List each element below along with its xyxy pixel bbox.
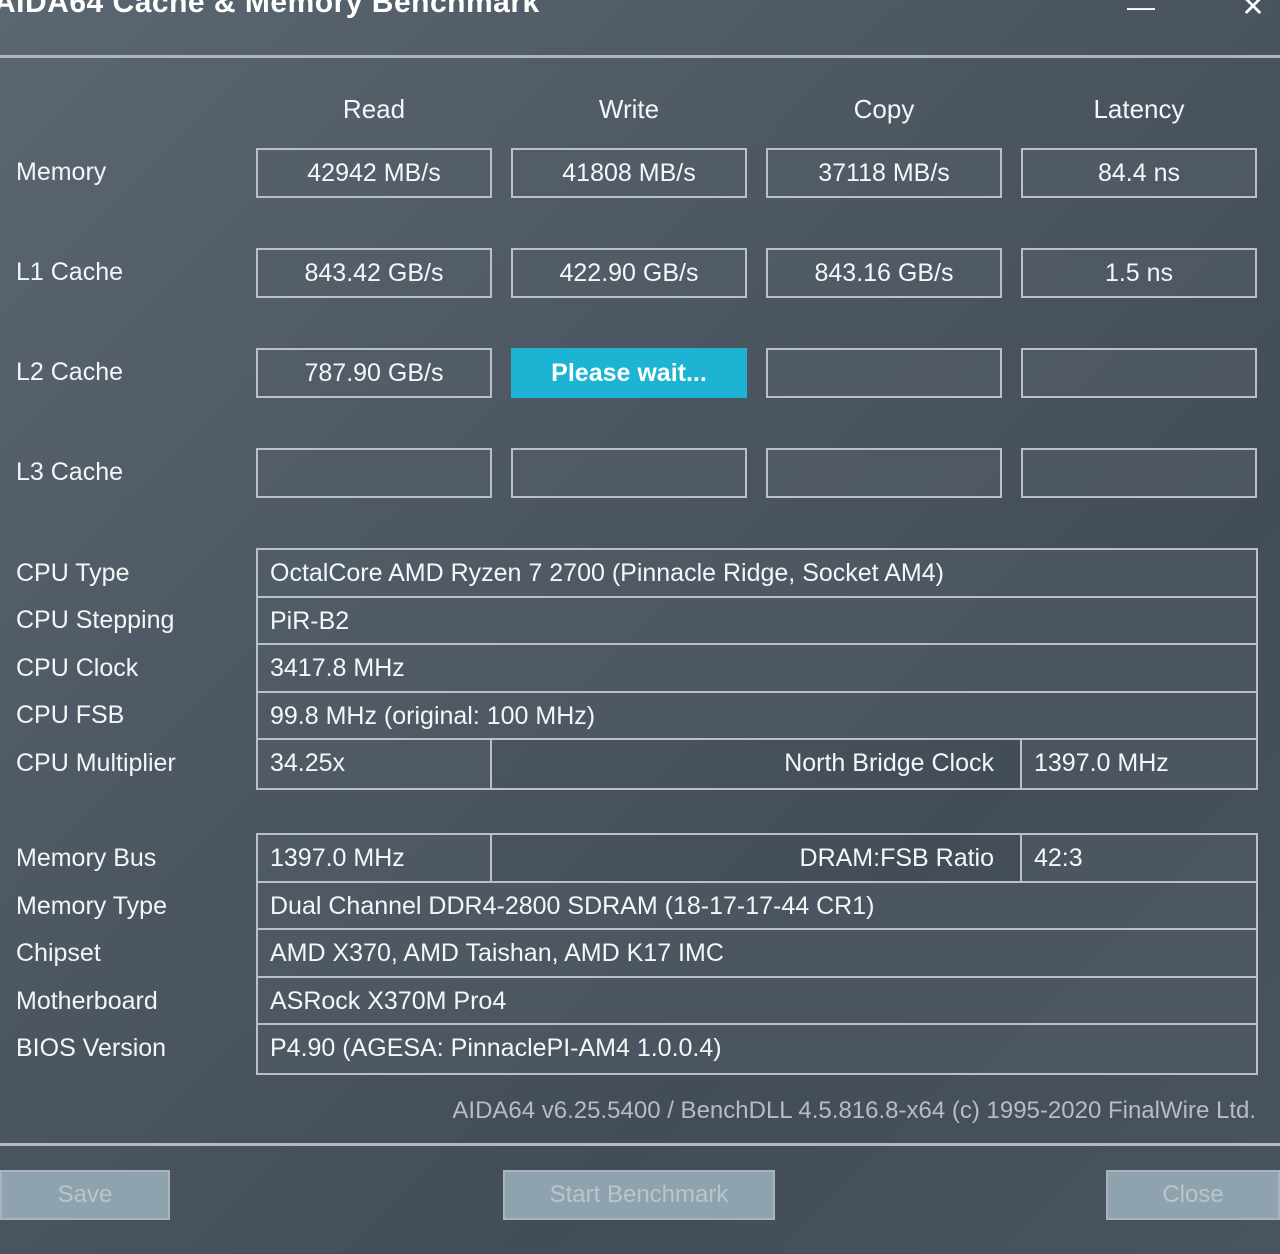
- column-header-copy: Copy: [853, 94, 915, 124]
- cpu-multiplier-value: 34.25x: [270, 749, 346, 777]
- dram-fsb-ratio-value: 42:3: [1034, 844, 1083, 872]
- chipset-row: AMD X370, AMD Taishan, AMD K17 IMC: [258, 930, 1256, 978]
- memory-bus-label: Memory Bus: [16, 844, 157, 872]
- save-button[interactable]: Save: [0, 1170, 170, 1220]
- north-bridge-clock-cell: 1397.0 MHz: [1020, 740, 1256, 788]
- dram-fsb-ratio-cell: 42:3: [1020, 835, 1256, 881]
- bios-version-value: P4.90 (AGESA: PinnaclePI-AM4 1.0.0.4): [270, 1034, 722, 1062]
- l2-latency-value: [1021, 348, 1257, 398]
- l3-write-value: [511, 448, 747, 498]
- start-benchmark-button[interactable]: Start Benchmark: [503, 1170, 775, 1220]
- l3-latency-value: [1021, 448, 1257, 498]
- cpu-clock-label: CPU Clock: [16, 654, 139, 682]
- cpu-multiplier-label: CPU Multiplier: [16, 749, 176, 777]
- l3-read-value: [256, 448, 492, 498]
- row-label-memory: Memory: [16, 158, 107, 186]
- memory-read-value: 42942 MB/s: [256, 148, 492, 198]
- cpu-type-label: CPU Type: [16, 559, 130, 587]
- cpu-clock-row: 3417.8 MHz: [258, 645, 1256, 693]
- column-header-latency: Latency: [1093, 94, 1185, 124]
- window-title: AIDA64 Cache & Memory Benchmark: [0, 0, 540, 19]
- north-bridge-clock-label: North Bridge Clock: [784, 749, 994, 777]
- memory-copy-value: 37118 MB/s: [766, 148, 1002, 198]
- l2-write-progress: Please wait...: [511, 348, 747, 398]
- memory-latency-value: 84.4 ns: [1021, 148, 1257, 198]
- memory-bus-row: 1397.0 MHz DRAM:FSB Ratio 42:3: [258, 835, 1256, 883]
- cpu-stepping-value: PiR-B2: [270, 606, 350, 635]
- dram-fsb-ratio-label: DRAM:FSB Ratio: [799, 844, 994, 872]
- cpu-fsb-label: CPU FSB: [16, 701, 125, 729]
- north-bridge-clock-value: 1397.0 MHz: [1034, 749, 1169, 777]
- cpu-stepping-row: PiR-B2: [258, 597, 1256, 645]
- cpu-info-group: OctalCore AMD Ryzen 7 2700 (Pinnacle Rid…: [256, 548, 1258, 790]
- row-label-l2-cache: L2 Cache: [16, 358, 124, 386]
- l1-latency-value: 1.5 ns: [1021, 248, 1257, 298]
- cpu-clock-value: 3417.8 MHz: [270, 654, 405, 682]
- column-header-write: Write: [598, 94, 660, 124]
- cpu-fsb-value: 99.8 MHz (original: 100 MHz): [270, 701, 596, 730]
- close-button[interactable]: Close: [1106, 1170, 1280, 1220]
- bios-version-row: P4.90 (AGESA: PinnaclePI-AM4 1.0.0.4): [258, 1025, 1256, 1073]
- title-bar: AIDA64 Cache & Memory Benchmark — ✕: [0, 0, 1280, 30]
- memory-type-value: Dual Channel DDR4-2800 SDRAM (18-17-17-4…: [270, 891, 875, 920]
- close-icon[interactable]: ✕: [1238, 0, 1268, 22]
- motherboard-value: ASRock X370M Pro4: [270, 986, 507, 1015]
- bios-version-label: BIOS Version: [16, 1034, 167, 1062]
- cpu-multiplier-cell: 34.25x: [258, 740, 492, 788]
- memory-write-value: 41808 MB/s: [511, 148, 747, 198]
- cpu-stepping-label: CPU Stepping: [16, 606, 175, 634]
- row-label-l1-cache: L1 Cache: [16, 258, 124, 286]
- bottom-divider: [0, 1143, 1280, 1146]
- l3-copy-value: [766, 448, 1002, 498]
- row-label-l3-cache: L3 Cache: [16, 458, 124, 486]
- memory-type-label: Memory Type: [16, 892, 167, 920]
- title-divider: [0, 55, 1280, 58]
- l1-copy-value: 843.16 GB/s: [766, 248, 1002, 298]
- memory-type-row: Dual Channel DDR4-2800 SDRAM (18-17-17-4…: [258, 882, 1256, 930]
- motherboard-label: Motherboard: [16, 987, 158, 1015]
- minimize-icon[interactable]: —: [1126, 0, 1156, 22]
- chipset-value: AMD X370, AMD Taishan, AMD K17 IMC: [270, 939, 724, 967]
- version-copyright: AIDA64 v6.25.5400 / BenchDLL 4.5.816.8-x…: [452, 1097, 1256, 1124]
- cpu-type-value: OctalCore AMD Ryzen 7 2700 (Pinnacle Rid…: [270, 559, 944, 587]
- cpu-fsb-row: 99.8 MHz (original: 100 MHz): [258, 692, 1256, 740]
- memory-info-group: 1397.0 MHz DRAM:FSB Ratio 42:3 Dual Chan…: [256, 833, 1258, 1075]
- l2-copy-value: [766, 348, 1002, 398]
- l2-read-value: 787.90 GB/s: [256, 348, 492, 398]
- cpu-type-row: OctalCore AMD Ryzen 7 2700 (Pinnacle Rid…: [258, 550, 1256, 598]
- column-header-read: Read: [342, 94, 406, 124]
- l1-write-value: 422.90 GB/s: [511, 248, 747, 298]
- memory-bus-value: 1397.0 MHz: [270, 844, 405, 872]
- motherboard-row: ASRock X370M Pro4: [258, 977, 1256, 1025]
- memory-bus-cell: 1397.0 MHz: [258, 835, 492, 881]
- chipset-label: Chipset: [16, 939, 101, 967]
- cpu-multiplier-row: 34.25x North Bridge Clock 1397.0 MHz: [258, 740, 1256, 788]
- l1-read-value: 843.42 GB/s: [256, 248, 492, 298]
